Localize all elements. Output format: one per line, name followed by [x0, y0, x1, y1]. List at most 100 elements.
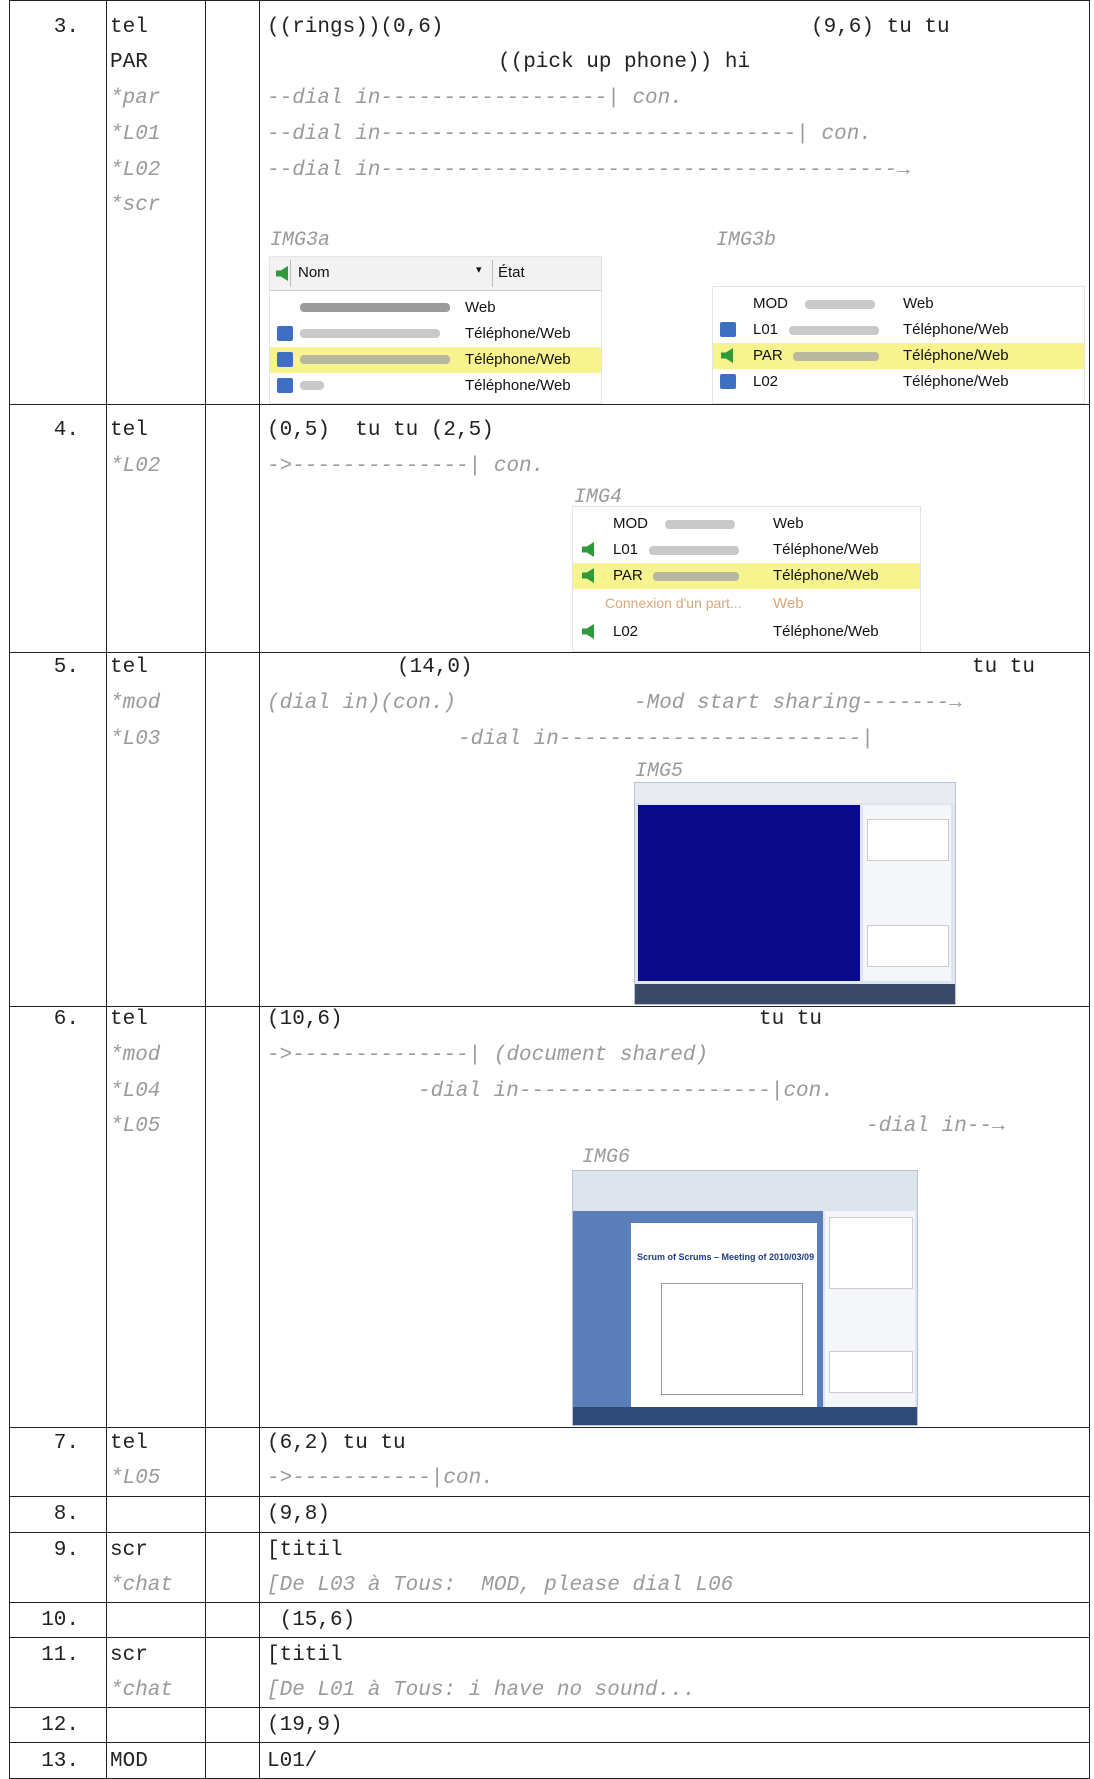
tier-label: tel [110, 1432, 148, 1455]
shared-document-screenshot: Scrum of Scrums – Meeting of 2010/03/09 [572, 1170, 918, 1426]
participant-state: Téléphone/Web [465, 351, 571, 368]
transcript-line: (19,9) [267, 1714, 343, 1737]
tier-label: *L02 [110, 455, 161, 478]
tier-label: *mod [110, 692, 161, 715]
tier-label: tel [110, 16, 148, 39]
column-header-name: Nom [298, 264, 330, 281]
participant-name: L02 [753, 373, 779, 390]
transcript-line: [titil [267, 1644, 343, 1667]
speaker-icon [582, 624, 594, 639]
image-caption: IMG3a [270, 229, 331, 252]
participant-state: Téléphone/Web [903, 347, 1009, 364]
transcript-line: tu tu [759, 1008, 823, 1031]
tier-label: MOD [110, 1750, 148, 1773]
transcript-line: [De L01 à Tous: i have no sound... [267, 1679, 696, 1702]
turn-number: 4. [53, 419, 79, 442]
sort-arrow-icon: ▾ [476, 264, 482, 276]
tier-label: *chat [110, 1574, 174, 1597]
tier-label: *mod [110, 1044, 161, 1067]
participant-name: L01 [613, 541, 639, 558]
transcript-line: (10,6) [267, 1008, 343, 1031]
tier-label: scr [110, 1539, 148, 1562]
participant-state: Téléphone/Web [465, 325, 571, 342]
transcript-line: ((rings))(0,6) [267, 16, 444, 39]
transcript-line: (6,2) tu tu [267, 1432, 406, 1455]
transcript-line: L01/ [267, 1750, 318, 1773]
participant-name: MOD [753, 295, 788, 312]
tier-label: *L05 [110, 1115, 161, 1138]
transcript-table: 3. tel ((rings))(0,6) (9,6) tu tu PAR ((… [9, 0, 1090, 1779]
turn-number: 11. [41, 1644, 79, 1667]
transcript-line: (9,8) [267, 1503, 331, 1526]
participant-state: Web [465, 299, 496, 316]
transcript-line: [titil [267, 1539, 343, 1562]
transcript-line: ((pick up phone)) hi [498, 51, 751, 74]
participant-state: Téléphone/Web [773, 541, 879, 558]
transcript-line: (0,5) tu tu (2,5) [267, 419, 494, 442]
tier-label: *par [110, 87, 161, 110]
tier-label: *L02 [110, 159, 161, 182]
transcript-line: (15,6) [267, 1609, 356, 1632]
tier-label: *chat [110, 1679, 174, 1702]
transcript-line: ->--------------| (document shared) [267, 1044, 709, 1067]
image-caption: IMG4 [574, 486, 623, 509]
speaker-icon [276, 266, 288, 281]
turn-number: 6. [53, 1008, 79, 1031]
participant-state: Téléphone/Web [903, 373, 1009, 390]
turn-number: 12. [41, 1714, 79, 1737]
column-header-state: État [498, 264, 525, 281]
shared-screen-screenshot [634, 782, 956, 1005]
tier-label: tel [110, 656, 148, 679]
tier-label: scr [110, 1644, 148, 1667]
turn-number: 10. [41, 1609, 79, 1632]
phone-icon [720, 374, 736, 389]
image-caption: IMG3b [716, 229, 777, 252]
participant-list-screenshot: MOD Web L01 Téléphone/Web PAR Téléphone/… [712, 286, 1085, 404]
participant-name: Connexion d'un part... [605, 595, 742, 611]
transcript-line: [De L03 à Tous: MOD, please dial L06 [267, 1574, 734, 1597]
tier-label: PAR [110, 51, 148, 74]
participant-state: Téléphone/Web [773, 567, 879, 584]
phone-icon [277, 352, 293, 367]
transcript-line: --dial in------------------| con. [267, 87, 683, 110]
participant-state: Téléphone/Web [903, 321, 1009, 338]
participant-name: L02 [613, 623, 639, 640]
transcript-line: tu tu [972, 656, 1036, 679]
phone-icon [720, 322, 736, 337]
speaker-icon [582, 568, 594, 583]
transcript-line: --dial in-------------------------------… [267, 159, 910, 182]
transcript-line: ->--------------| con. [267, 455, 545, 478]
participant-list-screenshot: MOD Web L01 Téléphone/Web PAR Téléphone/… [572, 506, 921, 652]
tier-label: *L03 [110, 728, 161, 751]
transcript-line: -Mod start sharing-------→ [634, 692, 962, 715]
tier-label: *scr [110, 194, 161, 217]
image-caption: IMG6 [582, 1146, 631, 1169]
participant-name: PAR [613, 567, 643, 584]
participant-list-screenshot: Nom ▾ État Web Téléphone/Web Téléphone/W… [269, 256, 602, 404]
participant-state: Téléphone/Web [773, 623, 879, 640]
speaker-icon [721, 348, 733, 363]
transcript-line: (9,6) tu tu [811, 16, 950, 39]
document-title: Scrum of Scrums – Meeting of 2010/03/09 [637, 1252, 815, 1262]
transcript-line: -dial in--------------------|con. [418, 1080, 834, 1103]
shared-document-area [638, 805, 860, 981]
turn-number: 5. [53, 656, 79, 679]
turn-number: 3. [53, 16, 79, 39]
speaker-icon [582, 542, 594, 557]
turn-number: 9. [53, 1539, 79, 1562]
turn-number: 7. [53, 1432, 79, 1455]
phone-icon [277, 378, 293, 393]
turn-number: 8. [53, 1503, 79, 1526]
transcript-line: --dial in-------------------------------… [267, 123, 872, 146]
tier-label: tel [110, 1008, 148, 1031]
participant-name: PAR [753, 347, 783, 364]
participant-name: L01 [753, 321, 779, 338]
transcript-line: ->-----------|con. [267, 1467, 494, 1490]
phone-icon [277, 326, 293, 341]
turn-number: 13. [41, 1750, 79, 1773]
transcript-line: (dial in)(con.) [267, 692, 457, 715]
image-caption: IMG5 [635, 760, 684, 783]
tier-label: *L04 [110, 1080, 161, 1103]
participant-name: MOD [613, 515, 648, 532]
transcript-line: -dial in--→ [866, 1115, 1005, 1138]
